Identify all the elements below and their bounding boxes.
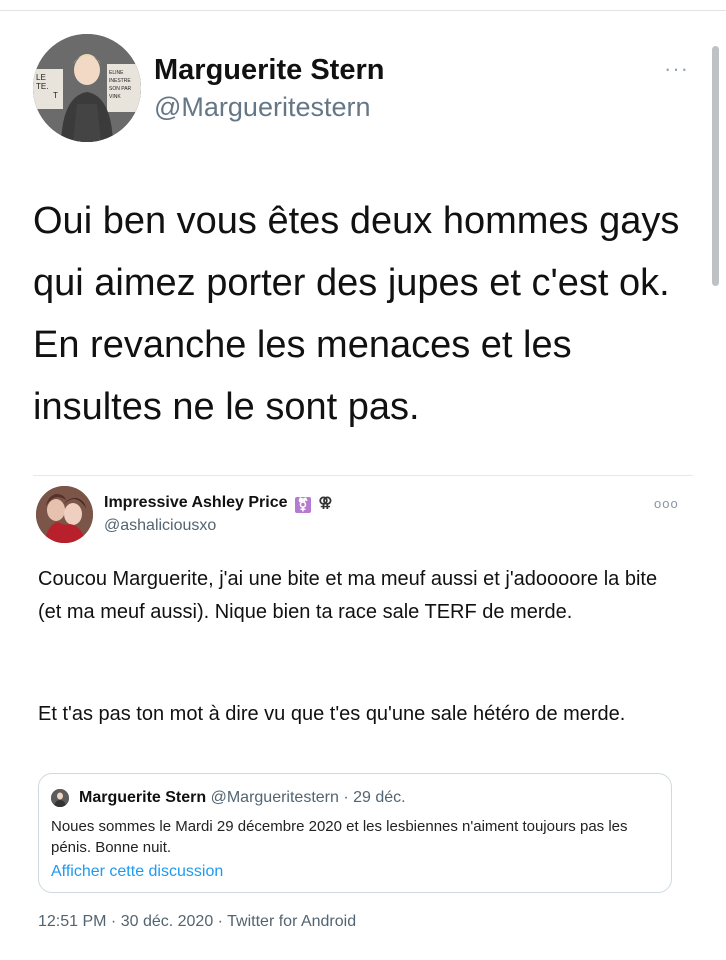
lesbian-symbol-icon: ⚢	[318, 494, 333, 510]
more-options-icon[interactable]: ···	[664, 56, 689, 82]
retweeted-author-handle[interactable]: @ashaliciousxo	[104, 517, 216, 535]
retweeted-more-options-icon[interactable]: ooo	[654, 496, 679, 511]
embedded-tweet-text: Noues sommes le Mardi 29 décembre 2020 e…	[51, 818, 628, 856]
quote-divider	[33, 475, 693, 476]
avatar-sign-right-3: SON PAR	[109, 86, 132, 92]
retweeted-avatar-photo	[36, 486, 93, 543]
transgender-symbol-icon: ⚧	[294, 497, 311, 513]
embedded-quoted-tweet[interactable]: Marguerite Stern @Margueritestern · 29 d…	[38, 773, 672, 893]
retweeted-timestamp-source: 12:51 PM · 30 déc. 2020 · Twitter for An…	[38, 913, 357, 930]
show-thread-link[interactable]: Afficher cette discussion	[51, 863, 223, 881]
author-name[interactable]: Marguerite Stern	[154, 54, 384, 87]
author-avatar-photo: LE TE. T ELINE INESTRE SON PAR VINK	[33, 34, 141, 142]
author-handle[interactable]: @Margueritestern	[154, 92, 371, 123]
avatar-sign-left-1: LE	[36, 73, 46, 82]
retweeted-text-paragraph-1: Coucou Marguerite, j'ai une bite et ma m…	[38, 568, 658, 623]
embedded-author-name: Marguerite Stern	[79, 789, 207, 806]
embedded-author-handle-date: @Margueritestern · 29 déc.	[210, 789, 406, 806]
top-divider	[0, 10, 726, 11]
avatar-sign-left-3: T	[53, 91, 58, 100]
scrollbar[interactable]	[712, 46, 719, 286]
avatar-sign-right-1: ELINE	[109, 70, 124, 76]
retweeted-text-paragraph-2: Et t'as pas ton mot à dire vu que t'es q…	[38, 703, 626, 725]
embedded-header: Marguerite Stern @Margueritestern · 29 d…	[79, 789, 406, 807]
tweet-text: Oui ben vous êtes deux hommes gays qui a…	[33, 200, 680, 428]
retweeted-author-name-text: Impressive Ashley Price	[104, 494, 288, 511]
embedded-author-avatar	[51, 789, 69, 807]
avatar-sign-right-2: INESTRE	[109, 78, 131, 84]
author-avatar[interactable]: LE TE. T ELINE INESTRE SON PAR VINK	[33, 34, 141, 142]
avatar-sign-left-2: TE.	[36, 82, 48, 91]
avatar-sign-right-4: VINK	[109, 94, 121, 100]
retweeted-author-avatar[interactable]	[36, 486, 93, 543]
retweeted-author-name[interactable]: Impressive Ashley Price ⚧ ⚢	[104, 494, 332, 513]
